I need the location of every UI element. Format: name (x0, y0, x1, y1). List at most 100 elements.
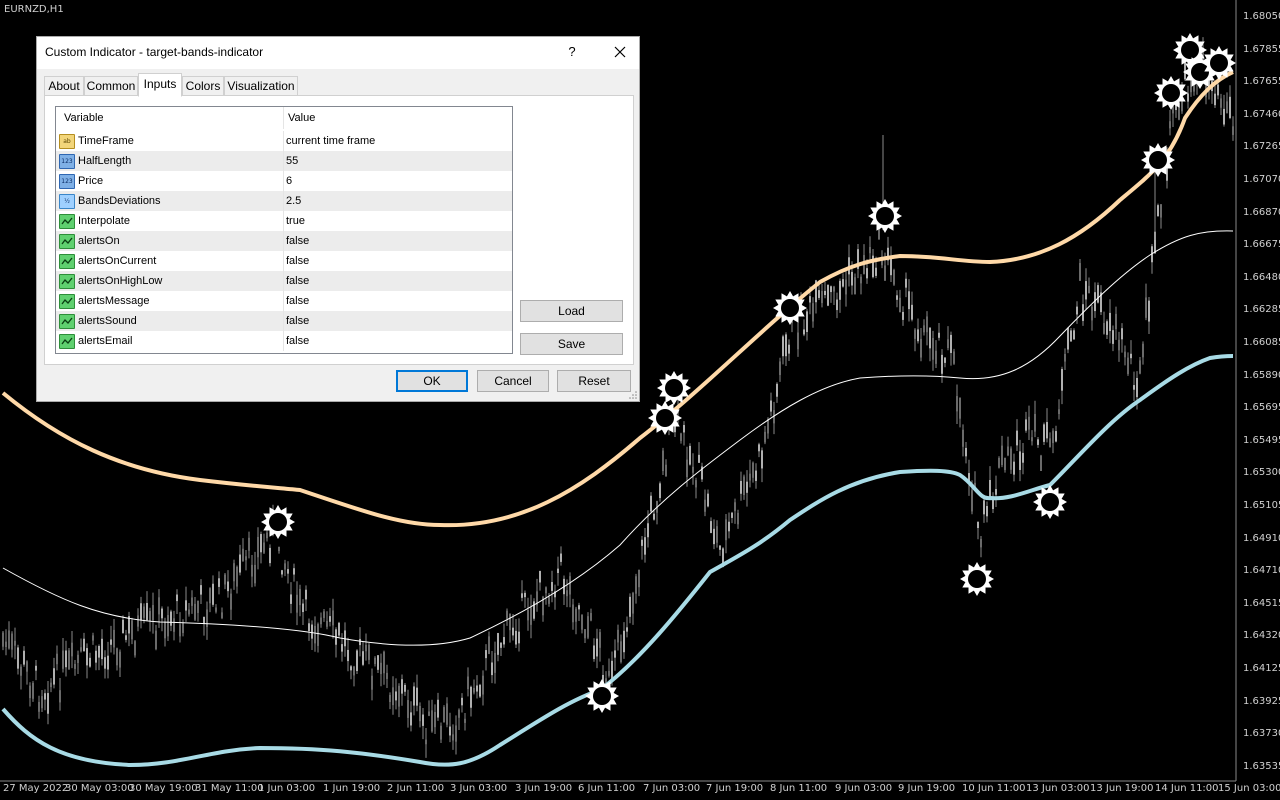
candle-body (1079, 263, 1081, 281)
param-value[interactable]: true (286, 215, 305, 227)
candle-body (425, 739, 427, 745)
column-header-value[interactable]: Value (288, 112, 315, 124)
ok-button[interactable]: OK (396, 370, 468, 392)
candle-body (80, 647, 82, 652)
param-value[interactable]: false (286, 275, 309, 287)
candle-body (470, 686, 472, 708)
bool-icon (59, 274, 75, 289)
candle-body (551, 582, 553, 591)
candle-body (1076, 306, 1078, 315)
reset-button[interactable]: Reset (557, 370, 631, 392)
candle-body (785, 334, 787, 357)
candle-body (695, 480, 697, 488)
candle-body (188, 609, 190, 615)
param-value[interactable]: false (286, 295, 309, 307)
candle-body (380, 662, 382, 675)
param-row[interactable]: 123 HalfLength 55 (56, 151, 512, 171)
candle-body (1091, 306, 1093, 321)
param-row[interactable]: alertsOnHighLow false (56, 271, 512, 291)
param-row[interactable]: alertsOn false (56, 231, 512, 251)
candle-body (860, 276, 862, 284)
candle-body (242, 548, 244, 561)
candle-body (53, 668, 55, 685)
candle-body (680, 433, 682, 441)
candle-body (104, 657, 106, 669)
symbol-label: EURNZD,H1 (4, 4, 64, 15)
price-tick-label: 1.67855 (1243, 43, 1280, 55)
param-value[interactable]: 2.5 (286, 195, 301, 207)
param-row[interactable]: ½ BandsDeviations 2.5 (56, 191, 512, 211)
time-tick-label: 30 May 03:00 (65, 783, 134, 794)
save-button[interactable]: Save (520, 333, 623, 355)
candle-body (50, 682, 52, 688)
param-row[interactable]: Interpolate true (56, 211, 512, 231)
candle-body (923, 325, 925, 333)
candle-body (1040, 455, 1042, 471)
candle-body (1217, 84, 1219, 96)
candle-body (47, 693, 49, 714)
tab-inputs[interactable]: Inputs (138, 73, 182, 97)
help-button[interactable]: ? (561, 41, 583, 63)
param-value[interactable]: 6 (286, 175, 292, 187)
tab-common[interactable]: Common (84, 76, 138, 96)
candle-body (449, 726, 451, 736)
candle-body (191, 597, 193, 606)
candle-body (314, 625, 316, 644)
candle-body (581, 615, 583, 630)
candle-body (698, 454, 700, 463)
candle-body (329, 616, 331, 622)
param-value[interactable]: 55 (286, 155, 298, 167)
candle-body (176, 594, 178, 602)
price-tick-label: 1.67070 (1243, 174, 1280, 185)
column-header-variable[interactable]: Variable (64, 112, 104, 124)
price-tick-label: 1.66480 (1243, 271, 1280, 283)
candle-body (647, 523, 649, 538)
candle-body (1115, 313, 1117, 330)
candle-body (308, 623, 310, 632)
param-row[interactable]: alertsSound false (56, 311, 512, 331)
close-button[interactable] (603, 39, 637, 65)
load-button[interactable]: Load (520, 300, 623, 322)
candle-body (35, 665, 37, 671)
price-tick-label: 1.65495 (1243, 434, 1280, 446)
candle-body (8, 630, 10, 649)
tab-visualization[interactable]: Visualization (224, 76, 298, 96)
inputs-panel: Variable Value ab TimeFrame current time f… (44, 95, 634, 365)
cancel-button[interactable]: Cancel (477, 370, 549, 392)
dialog-titlebar[interactable]: Custom Indicator - target-bands-indicato… (37, 37, 639, 69)
tab-colors[interactable]: Colors (182, 76, 224, 96)
param-row[interactable]: alertsOnCurrent false (56, 251, 512, 271)
bool-icon (59, 334, 75, 349)
param-row[interactable]: 123 Price 6 (56, 171, 512, 191)
close-icon (614, 46, 626, 58)
param-row[interactable]: alertsMessage false (56, 291, 512, 311)
candle-body (824, 290, 826, 296)
candle-body (830, 286, 832, 293)
param-row[interactable]: ab TimeFrame current time frame (56, 131, 512, 151)
candle-body (779, 361, 781, 375)
candle-body (524, 592, 526, 598)
resize-grip-icon[interactable] (629, 391, 637, 399)
tab-about[interactable]: About (44, 76, 84, 96)
candle-body (659, 483, 661, 499)
candle-body (182, 622, 184, 633)
candle-body (905, 278, 907, 288)
param-value[interactable]: current time frame (286, 135, 375, 147)
candle-body (935, 350, 937, 364)
param-value[interactable]: false (286, 315, 309, 327)
candle-body (20, 666, 22, 676)
param-name: alertsEmail (78, 335, 133, 347)
candle-body (302, 603, 304, 613)
param-value[interactable]: false (286, 335, 309, 347)
candle-body (944, 357, 946, 363)
candle-body (740, 480, 742, 494)
price-axis: 1.68050 1.67855 1.67655 1.67460 1.67265 1.670… (1234, 0, 1280, 780)
candle-body (293, 568, 295, 575)
candle-body (11, 633, 13, 650)
candle-body (149, 611, 151, 622)
param-value[interactable]: false (286, 235, 309, 247)
candle-body (971, 490, 973, 512)
candle-body (269, 547, 271, 564)
param-row[interactable]: alertsEmail false (56, 331, 512, 351)
param-value[interactable]: false (286, 255, 309, 267)
